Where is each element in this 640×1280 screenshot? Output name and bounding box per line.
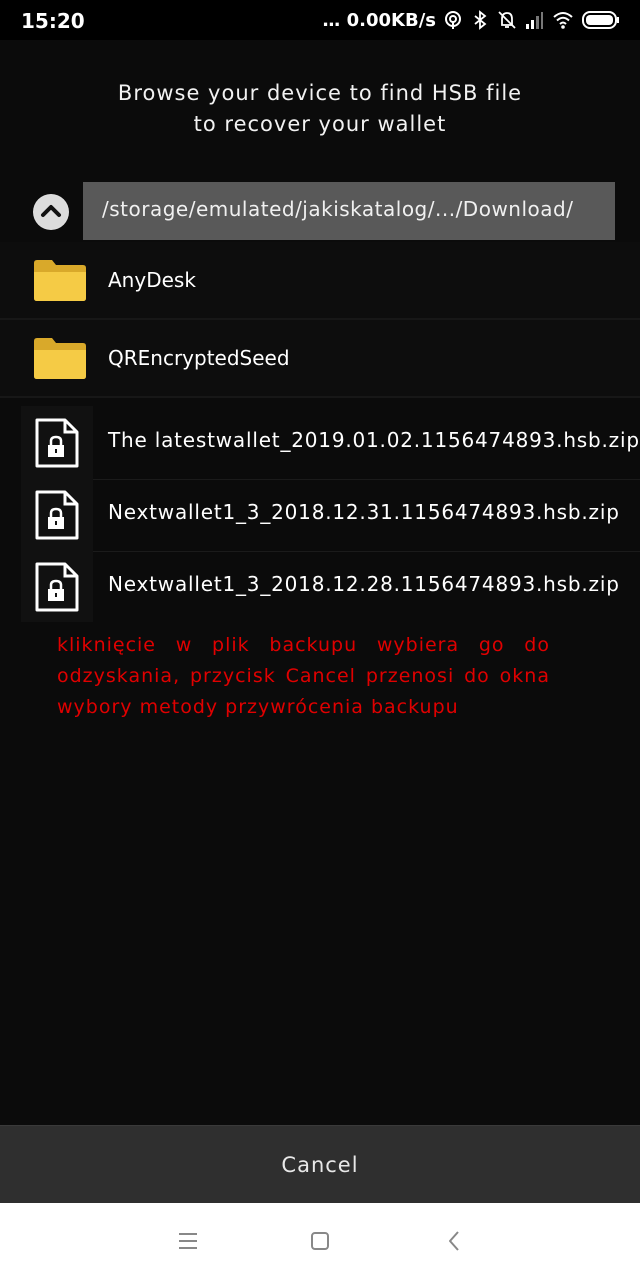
status-indicators: ... 0.00KB/s	[322, 9, 620, 31]
menu-icon[interactable]	[176, 1229, 200, 1253]
header-line-2: to recover your wallet	[193, 112, 447, 136]
file-row[interactable]: Nextwallet1_3_2018.12.28.1156474893.hsb.…	[0, 550, 640, 622]
back-icon[interactable]	[443, 1229, 467, 1253]
folder-icon	[34, 260, 86, 301]
folder-name: QREncryptedSeed	[108, 346, 290, 370]
file-icon-cell	[21, 478, 93, 550]
chevron-up-icon	[34, 195, 68, 229]
hotspot-icon	[445, 11, 461, 29]
parent-directory-button[interactable]	[33, 194, 69, 230]
file-name: Nextwallet1_3_2018.12.31.1156474893.hsb.…	[108, 500, 620, 524]
signal-icon	[526, 12, 543, 29]
bluetooth-icon	[474, 10, 487, 30]
file-name: Nextwallet1_3_2018.12.28.1156474893.hsb.…	[108, 572, 620, 596]
annotation-note: kliknięcie w plik backupu wybiera go do …	[57, 634, 550, 718]
cancel-button[interactable]: Cancel	[0, 1125, 640, 1203]
file-icon-cell	[21, 550, 93, 622]
file-name: The latestwallet_2019.01.02.1156474893.h…	[108, 428, 640, 452]
locked-file-icon	[35, 562, 79, 612]
locked-file-icon	[35, 490, 79, 540]
file-row[interactable]: Nextwallet1_3_2018.12.31.1156474893.hsb.…	[0, 478, 640, 552]
file-row[interactable]: The latestwallet_2019.01.02.1156474893.h…	[0, 406, 640, 480]
navigation-bar	[0, 1203, 640, 1280]
browse-header: Browse your device to find HSB file to r…	[0, 78, 640, 140]
status-bar: 15:20 ... 0.00KB/s	[0, 0, 640, 40]
battery-icon	[582, 11, 619, 29]
network-speed: 0.00KB/s	[346, 9, 436, 31]
current-path-bar: /storage/emulated/jakiskatalog/.../Downl…	[83, 182, 615, 240]
file-icon-cell	[21, 406, 93, 478]
folder-name: AnyDesk	[108, 268, 196, 292]
status-dots: ...	[322, 9, 340, 31]
folder-row[interactable]: AnyDesk	[0, 242, 640, 320]
status-time: 15:20	[21, 9, 85, 33]
wifi-icon	[553, 12, 573, 29]
current-path: /storage/emulated/jakiskatalog/.../Downl…	[102, 197, 574, 221]
folder-icon	[34, 338, 86, 379]
folder-row[interactable]: QREncryptedSeed	[0, 320, 640, 398]
locked-file-icon	[35, 418, 79, 468]
home-icon[interactable]	[308, 1229, 332, 1253]
notifications-off-icon	[498, 11, 516, 29]
header-line-1: Browse your device to find HSB file	[117, 81, 523, 105]
